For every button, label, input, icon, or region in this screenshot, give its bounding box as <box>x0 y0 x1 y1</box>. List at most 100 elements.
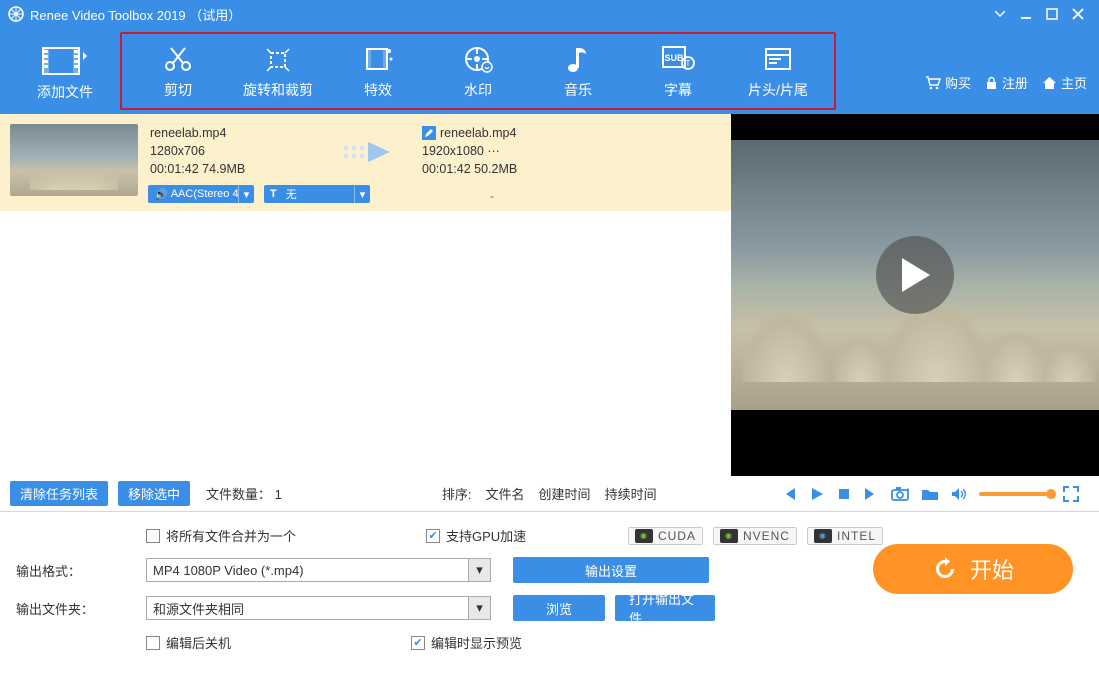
music-button[interactable]: 音乐 <box>528 42 628 100</box>
target-filename: reneelab.mp4 <box>440 124 516 142</box>
merge-all-checkbox[interactable] <box>146 529 160 543</box>
intro-outro-button[interactable]: 片头/片尾 <box>728 42 828 100</box>
cut-button[interactable]: 剪切 <box>128 42 228 100</box>
prev-button[interactable] <box>781 486 797 502</box>
sort-by-ctime[interactable]: 创建时间 <box>539 484 591 503</box>
add-file-icon <box>41 44 89 78</box>
output-folder-combo[interactable]: 和源文件夹相同 ▾ <box>146 596 491 620</box>
sort-label: 排序: <box>442 484 472 503</box>
watermark-icon <box>460 42 496 76</box>
add-file-label: 添加文件 <box>37 82 93 102</box>
speaker-icon: 🔊 <box>154 188 168 201</box>
chevron-down-icon: ▾ <box>238 185 254 203</box>
fullscreen-button[interactable] <box>1063 486 1079 502</box>
home-icon <box>1042 76 1057 90</box>
app-logo-icon <box>8 6 24 22</box>
subtitle-indicator: - <box>490 189 494 203</box>
minimize-button[interactable] <box>1013 4 1039 24</box>
edit-filename-icon[interactable] <box>422 126 436 140</box>
scissors-icon <box>160 42 196 76</box>
refresh-icon <box>932 556 958 582</box>
list-controls: 清除任务列表 移除选中 文件数量： 1 排序: 文件名 创建时间 持续时间 <box>0 476 1099 512</box>
video-thumbnail <box>10 124 138 196</box>
encoder-badges: ◉CUDA ◉NVENC ◉INTEL <box>628 527 883 545</box>
shutdown-checkbox[interactable] <box>146 636 160 650</box>
cart-icon <box>925 76 941 90</box>
sort-controls: 排序: 文件名 创建时间 持续时间 <box>442 484 657 503</box>
subtitle-icon: SUBT <box>660 42 696 76</box>
browse-button[interactable]: 浏览 <box>513 595 605 621</box>
file-count-label: 文件数量： 1 <box>206 484 282 503</box>
output-format-combo[interactable]: MP4 1080P Video (*.mp4) ▾ <box>146 558 491 582</box>
rotate-crop-icon <box>260 42 296 76</box>
source-duration-size: 00:01:42 74.9MB <box>150 160 330 178</box>
cuda-badge: ◉CUDA <box>628 527 703 545</box>
task-list: reneelab.mp4 1280x706 00:01:42 74.9MB re… <box>0 114 731 476</box>
output-folder-label: 输出文件夹： <box>16 599 146 618</box>
sort-by-name[interactable]: 文件名 <box>486 484 525 503</box>
gpu-accel-checkbox[interactable] <box>426 529 440 543</box>
register-link[interactable]: 注册 <box>985 73 1028 92</box>
subtitle-track-dropdown[interactable]: T 无 ▾ <box>264 185 370 203</box>
home-link[interactable]: 主页 <box>1042 73 1087 92</box>
watermark-button[interactable]: 水印 <box>428 42 528 100</box>
play-button[interactable] <box>809 486 825 502</box>
toolbar-right-links: 购买 注册 主页 <box>925 73 1087 92</box>
source-resolution: 1280x706 <box>150 142 330 160</box>
task-row[interactable]: reneelab.mp4 1280x706 00:01:42 74.9MB re… <box>0 114 731 211</box>
snapshot-button[interactable] <box>891 486 909 501</box>
main-toolbar: 添加文件 剪切 旋转和裁剪 特效 水印 音乐 SUBT 字幕 片头/片尾 <box>0 28 1099 114</box>
title-bar: Renee Video Toolbox 2019 （试用） <box>0 0 1099 28</box>
player-controls <box>781 486 1089 502</box>
preview-panel <box>731 114 1099 476</box>
volume-icon[interactable] <box>951 487 967 501</box>
chevron-down-icon: ▾ <box>468 597 490 619</box>
stop-button[interactable] <box>837 487 851 501</box>
conversion-arrow-icon <box>330 138 410 166</box>
remove-selected-button[interactable]: 移除选中 <box>118 481 190 506</box>
nvenc-badge: ◉NVENC <box>713 527 797 545</box>
edit-tools-group: 剪切 旋转和裁剪 特效 水印 音乐 SUBT 字幕 片头/片尾 <box>120 32 836 110</box>
target-info: reneelab.mp4 1920x1080 ··· 00:01:42 50.2… <box>422 124 517 178</box>
output-format-label: 输出格式： <box>16 561 146 580</box>
next-button[interactable] <box>863 486 879 502</box>
source-info: reneelab.mp4 1280x706 00:01:42 74.9MB <box>150 124 330 178</box>
target-duration-size: 00:01:42 50.2MB <box>422 160 517 178</box>
start-button[interactable]: 开始 <box>873 544 1073 594</box>
app-title: Renee Video Toolbox 2019 （试用） <box>30 5 241 24</box>
maximize-button[interactable] <box>1039 4 1065 24</box>
buy-link[interactable]: 购买 <box>925 73 971 92</box>
preview-on-edit-label: 编辑时显示预览 <box>431 633 522 652</box>
rotate-crop-button[interactable]: 旋转和裁剪 <box>228 42 328 100</box>
open-output-button[interactable]: 打开输出文件 <box>615 595 715 621</box>
chevron-down-icon: ▾ <box>354 185 370 203</box>
settings-area: 将所有文件合并为一个 支持GPU加速 ◉CUDA ◉NVENC ◉INTEL 输… <box>0 512 1099 660</box>
clear-list-button[interactable]: 清除任务列表 <box>10 481 108 506</box>
music-note-icon <box>560 42 596 76</box>
sort-by-duration[interactable]: 持续时间 <box>605 484 657 503</box>
preview-image <box>731 140 1099 410</box>
svg-text:T: T <box>686 59 691 68</box>
effects-icon <box>360 42 396 76</box>
target-resolution: 1920x1080 ··· <box>422 142 517 160</box>
preview-play-button[interactable] <box>876 236 954 314</box>
chevron-down-icon: ▾ <box>468 559 490 581</box>
effects-button[interactable]: 特效 <box>328 42 428 100</box>
lock-icon <box>985 76 998 90</box>
open-folder-button[interactable] <box>921 487 939 501</box>
intro-outro-icon <box>760 42 796 76</box>
source-filename: reneelab.mp4 <box>150 124 330 142</box>
gpu-accel-label: 支持GPU加速 <box>446 526 526 545</box>
preview-on-edit-checkbox[interactable] <box>411 636 425 650</box>
shutdown-label: 编辑后关机 <box>166 633 231 652</box>
merge-all-label: 将所有文件合并为一个 <box>166 526 296 545</box>
output-settings-button[interactable]: 输出设置 <box>513 557 709 583</box>
intel-badge: ◉INTEL <box>807 527 883 545</box>
add-file-button[interactable]: 添加文件 <box>10 40 120 102</box>
close-button[interactable] <box>1065 4 1091 24</box>
volume-slider[interactable] <box>979 492 1051 496</box>
main-area: reneelab.mp4 1280x706 00:01:42 74.9MB re… <box>0 114 1099 476</box>
subtitle-button[interactable]: SUBT 字幕 <box>628 42 728 100</box>
dropdown-icon[interactable] <box>987 4 1013 24</box>
audio-track-dropdown[interactable]: 🔊AAC(Stereo 44 ▾ <box>148 185 254 203</box>
